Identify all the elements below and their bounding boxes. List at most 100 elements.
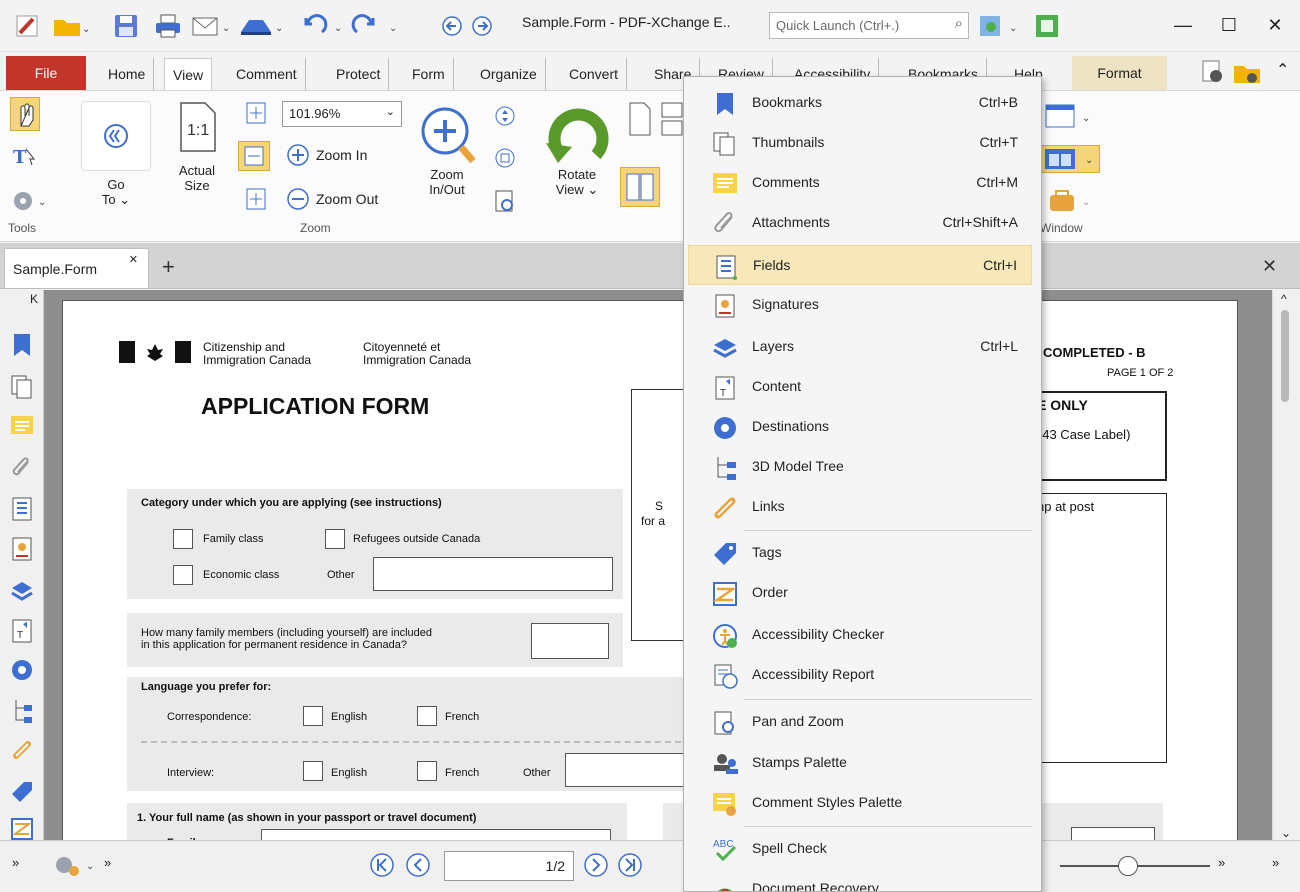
open-icon[interactable]: ⌄ xyxy=(50,12,94,40)
menu-item-document-recovery[interactable]: Document Recovery xyxy=(688,869,1032,891)
status-settings-icon[interactable]: ⌄ xyxy=(48,851,98,879)
menu-item-layers[interactable]: Layers Ctrl+L xyxy=(688,327,1032,367)
previous-page-icon[interactable] xyxy=(404,851,434,881)
menu-item-stamps-palette[interactable]: Stamps Palette xyxy=(688,743,1032,783)
save-icon[interactable] xyxy=(108,12,144,40)
menu-item-destinations[interactable]: Destinations xyxy=(688,407,1032,447)
status-expand-icon-3[interactable]: » xyxy=(1218,855,1225,870)
scan-icon[interactable]: ⌄ xyxy=(238,12,286,40)
layers-icon[interactable] xyxy=(10,578,34,604)
menu-item-3d-model-tree[interactable]: 3D Model Tree xyxy=(688,447,1032,487)
zoom-out-button[interactable]: Zoom Out xyxy=(286,187,378,211)
maximize-icon[interactable]: ☐ xyxy=(1206,8,1252,42)
tab-organize[interactable]: Organize xyxy=(472,58,546,90)
customize-icon[interactable]: ⌄ xyxy=(976,12,1026,40)
menu-item-spell-check[interactable]: ABC Spell Check xyxy=(688,829,1032,869)
fit-page-icon[interactable] xyxy=(244,101,270,127)
interview-french-checkbox[interactable] xyxy=(417,761,437,781)
panel-collapse-icon[interactable]: K xyxy=(30,292,38,306)
economic-class-checkbox[interactable] xyxy=(173,565,193,585)
menu-item-pan-and-zoom[interactable]: Pan and Zoom xyxy=(688,702,1032,742)
tab-home[interactable]: Home xyxy=(100,58,155,90)
thumbnails-icon[interactable] xyxy=(10,374,34,400)
correspondence-english-checkbox[interactable] xyxy=(303,706,323,726)
hand-tool-icon[interactable] xyxy=(10,97,40,131)
menu-item-signatures[interactable]: Signatures xyxy=(688,285,1032,325)
zoom-inout-button[interactable]: Zoom In/Out xyxy=(414,101,480,197)
members-count-field[interactable] xyxy=(531,623,609,659)
correspondence-french-checkbox[interactable] xyxy=(417,706,437,726)
workspace-icon[interactable]: ⌄ xyxy=(1044,187,1094,215)
menu-item-thumbnails[interactable]: Thumbnails Ctrl+T xyxy=(688,123,1032,163)
menu-item-tags[interactable]: Tags xyxy=(688,533,1032,573)
fullscreen-icon[interactable] xyxy=(1032,12,1062,40)
continuous-page-icon[interactable] xyxy=(660,101,684,137)
zoom-slider-thumb[interactable] xyxy=(1118,856,1138,876)
interview-english-checkbox[interactable] xyxy=(303,761,323,781)
loupe-icon[interactable] xyxy=(494,189,516,215)
scroll-down-icon[interactable]: ⌄ xyxy=(1281,826,1291,840)
model-tree-icon[interactable] xyxy=(10,698,34,724)
close-document-icon[interactable]: ✕ xyxy=(1262,256,1277,277)
zoom-in-button[interactable]: Zoom In xyxy=(286,143,367,167)
status-expand-icon-4[interactable]: » xyxy=(1272,855,1279,870)
new-tab-icon[interactable]: + xyxy=(162,254,175,280)
vertical-scrollbar[interactable]: ^ ⌄ xyxy=(1272,290,1300,840)
links-icon[interactable] xyxy=(10,738,34,764)
status-expand-icon-2[interactable]: » xyxy=(104,855,111,870)
facing-page-icon[interactable] xyxy=(620,167,660,207)
menu-item-attachments[interactable]: Attachments Ctrl+Shift+A xyxy=(688,203,1032,243)
family-class-checkbox[interactable] xyxy=(173,529,193,549)
close-icon[interactable]: ✕ xyxy=(1252,8,1298,42)
actual-size-button[interactable]: 1:1 Actual Size xyxy=(168,101,226,193)
first-page-icon[interactable] xyxy=(368,851,398,881)
collapse-ribbon-icon[interactable]: ⌃ xyxy=(1276,60,1289,80)
page-number-input[interactable]: 1/2 xyxy=(444,851,574,881)
menu-item-comments[interactable]: Comments Ctrl+M xyxy=(688,163,1032,203)
undo-icon[interactable]: ⌄ xyxy=(295,12,347,40)
next-page-icon[interactable] xyxy=(582,851,612,881)
redo-icon[interactable]: ⌄ xyxy=(350,12,402,40)
menu-item-accessibility-checker[interactable]: Accessibility Checker xyxy=(688,615,1032,655)
bookmarks-icon[interactable] xyxy=(10,332,34,358)
zoom-pan-icon[interactable] xyxy=(494,105,516,127)
tab-convert[interactable]: Convert xyxy=(561,58,628,90)
tab-format[interactable]: Format xyxy=(1072,56,1167,90)
rotate-view-button[interactable]: Rotate View ⌄ xyxy=(542,101,612,197)
comments-icon[interactable] xyxy=(10,414,34,440)
status-expand-icon[interactable]: » xyxy=(12,855,19,870)
quick-launch-input[interactable]: Quick Launch (Ctrl+.) ⌕ xyxy=(769,12,969,39)
scrollbar-thumb[interactable] xyxy=(1281,310,1289,402)
tile-windows-icon[interactable]: ⌄ xyxy=(1040,145,1100,173)
search-folder-icon[interactable] xyxy=(1232,58,1262,86)
last-page-icon[interactable] xyxy=(616,851,646,881)
zoom-level-select[interactable]: 101.96% ⌄ xyxy=(282,101,402,127)
window-layout-icon[interactable]: ⌄ xyxy=(1044,103,1094,131)
interview-other-field[interactable] xyxy=(565,753,685,787)
tab-view[interactable]: View xyxy=(164,58,213,91)
menu-item-comment-styles-palette[interactable]: Comment Styles Palette xyxy=(688,783,1032,823)
single-page-icon[interactable] xyxy=(626,101,654,137)
content-icon[interactable]: T xyxy=(10,618,34,644)
menu-item-bookmarks[interactable]: Bookmarks Ctrl+B xyxy=(688,83,1032,123)
menu-item-accessibility-report[interactable]: Accessibility Report xyxy=(688,655,1032,695)
tab-file[interactable]: File xyxy=(6,56,86,90)
forward-icon[interactable] xyxy=(470,12,494,40)
menu-item-links[interactable]: Links xyxy=(688,487,1032,527)
fit-width-icon[interactable] xyxy=(238,141,270,171)
back-icon[interactable] xyxy=(440,12,464,40)
go-to-button[interactable]: Go To ⌄ xyxy=(80,101,152,207)
category-other-field[interactable] xyxy=(373,557,613,591)
select-text-icon[interactable]: T xyxy=(12,143,40,171)
fit-visible-icon[interactable] xyxy=(244,187,270,213)
attachments-icon[interactable] xyxy=(10,456,34,482)
email-icon[interactable]: ⌄ xyxy=(190,12,234,40)
minimize-icon[interactable]: — xyxy=(1160,8,1206,42)
menu-item-fields[interactable]: Fields Ctrl+I xyxy=(688,245,1032,285)
signatures-icon[interactable] xyxy=(10,536,34,562)
print-icon[interactable] xyxy=(150,12,186,40)
refugees-checkbox[interactable] xyxy=(325,529,345,549)
tab-protect[interactable]: Protect xyxy=(328,58,390,90)
menu-item-order[interactable]: Order xyxy=(688,573,1032,613)
gear-tools-icon[interactable]: ⌄ xyxy=(10,187,50,215)
